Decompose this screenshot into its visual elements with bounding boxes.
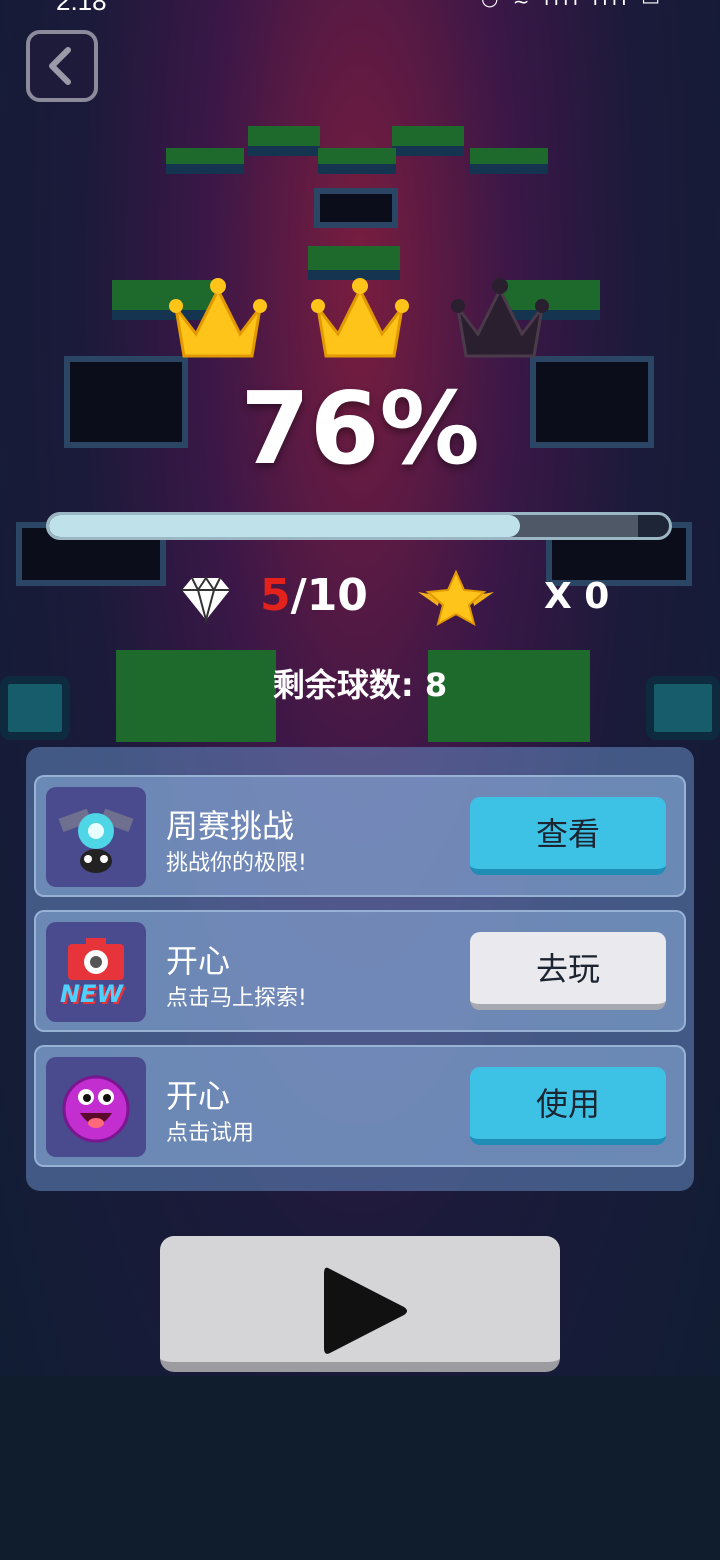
card-weekly-challenge: 周赛挑战 挑战你的极限! 查看 bbox=[34, 775, 686, 897]
card-subtitle: 点击马上探索! bbox=[166, 986, 307, 1011]
track-tile bbox=[470, 148, 548, 174]
back-button[interactable] bbox=[26, 30, 98, 102]
stats-row: 5/10 X 0 bbox=[0, 570, 720, 630]
status-bar: 2:18 ◔ ≋ ıııl ıııl ▭ bbox=[0, 0, 720, 14]
play-icon bbox=[324, 1267, 407, 1354]
track-tile bbox=[248, 126, 320, 156]
camera-new-icon: NEW bbox=[46, 922, 146, 1022]
status-icons: ◔ ≋ ıııl ıııl ▭ bbox=[481, 0, 664, 10]
card-title: 开心 bbox=[166, 942, 231, 980]
star-counter: X 0 bbox=[544, 576, 610, 617]
new-badge: NEW bbox=[60, 980, 123, 1008]
purple-smiley-ball-icon bbox=[46, 1057, 146, 1157]
use-button[interactable]: 使用 bbox=[470, 1067, 666, 1145]
diamond-icon bbox=[182, 576, 230, 624]
gems-total: /10 bbox=[290, 570, 368, 621]
gem-counter: 5/10 bbox=[260, 570, 368, 621]
card-explore: NEW 开心 点击马上探索! 去玩 bbox=[34, 910, 686, 1032]
progress-bar bbox=[46, 512, 672, 540]
bottom-area bbox=[0, 1376, 720, 1560]
reward-panel: 周赛挑战 挑战你的极限! 查看 NEW 开心 点击马上探索! 去玩 开心 点击试… bbox=[26, 747, 694, 1191]
track-tile bbox=[318, 148, 396, 174]
crown-icon bbox=[311, 278, 409, 358]
crown-rating bbox=[168, 272, 558, 372]
play-button[interactable] bbox=[160, 1236, 560, 1372]
card-title: 周赛挑战 bbox=[166, 807, 295, 845]
view-button[interactable]: 查看 bbox=[470, 797, 666, 875]
track-tile bbox=[314, 188, 398, 228]
crown-icon bbox=[169, 278, 267, 358]
progress-fill bbox=[49, 515, 521, 537]
track-tile bbox=[166, 148, 244, 174]
card-title: 开心 bbox=[166, 1077, 231, 1115]
play-now-button[interactable]: 去玩 bbox=[470, 932, 666, 1010]
back-chevron-icon bbox=[49, 47, 71, 85]
card-subtitle: 点击试用 bbox=[166, 1121, 255, 1146]
crown-empty-icon bbox=[451, 278, 549, 358]
status-time: 2:18 bbox=[56, 0, 107, 14]
balls-remaining: 剩余球数: 8 bbox=[272, 666, 448, 704]
card-try-skin: 开心 点击试用 使用 bbox=[34, 1045, 686, 1167]
completion-percent: 76% bbox=[240, 370, 480, 487]
winged-star-icon bbox=[418, 570, 494, 626]
card-subtitle: 挑战你的极限! bbox=[166, 851, 307, 876]
gems-current: 5 bbox=[260, 570, 291, 621]
track-tile bbox=[392, 126, 464, 156]
robot-character-icon bbox=[46, 787, 146, 887]
